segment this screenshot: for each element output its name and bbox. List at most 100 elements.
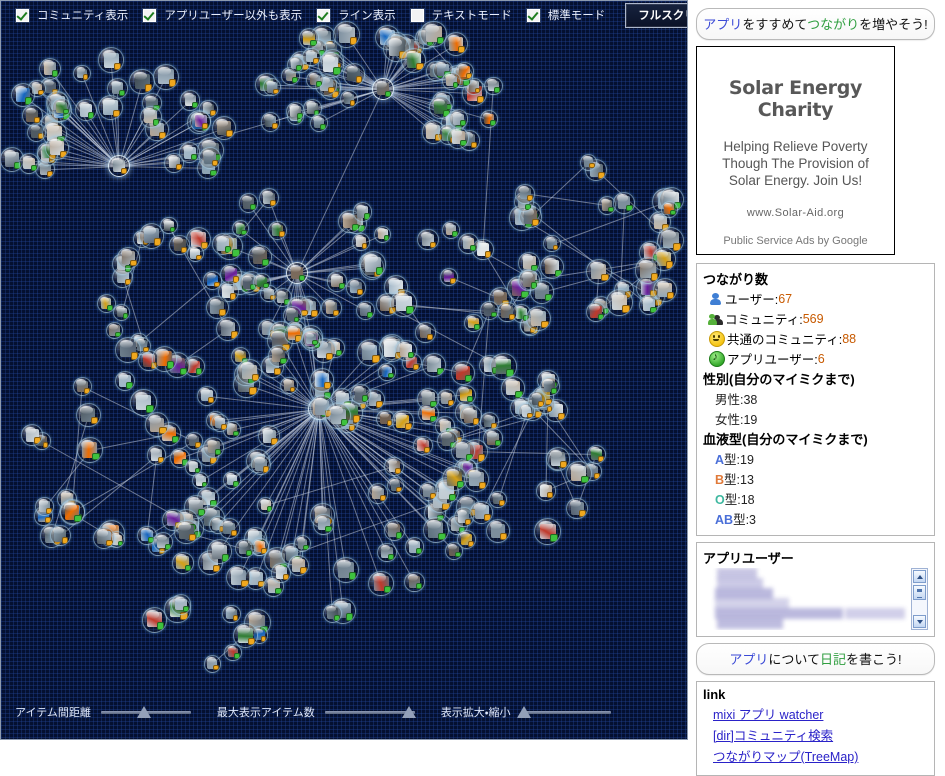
checkbox-icon[interactable] [410, 8, 425, 23]
graph-node[interactable] [199, 147, 221, 169]
graph-node[interactable] [268, 345, 290, 367]
graph-node[interactable] [653, 278, 677, 302]
graph-node[interactable] [142, 607, 167, 632]
slider-item-distance[interactable]: アイテム間距離 [15, 704, 191, 720]
graph-node[interactable] [377, 543, 397, 563]
graph-node[interactable] [60, 500, 85, 525]
graph-node[interactable] [343, 63, 365, 85]
graph-node[interactable] [442, 72, 460, 90]
graph-node[interactable] [203, 437, 224, 458]
graph-node[interactable] [423, 517, 449, 543]
slider-handle[interactable] [137, 706, 151, 718]
graph-node[interactable] [140, 106, 163, 129]
graph-node[interactable] [368, 483, 388, 503]
graph-node[interactable] [212, 116, 236, 140]
checkbox-standard-mode[interactable]: 標準モード [526, 7, 606, 23]
graph-node[interactable] [440, 268, 458, 286]
checkbox-text-mode[interactable]: テキストモード [410, 7, 512, 23]
graph-node[interactable] [661, 201, 678, 218]
graph-node[interactable] [356, 301, 375, 320]
graph-node[interactable] [357, 339, 383, 365]
graph-node[interactable] [52, 98, 71, 117]
checkbox-show-non-app-users[interactable]: アプリユーザー以外も表示 [142, 7, 302, 23]
graph-node[interactable] [580, 154, 597, 171]
graph-node[interactable] [153, 64, 179, 90]
graph-canvas[interactable] [1, 1, 687, 739]
graph-node[interactable] [248, 245, 272, 269]
graph-node[interactable] [261, 112, 281, 132]
graph-node[interactable] [323, 604, 342, 623]
graph-node[interactable] [543, 235, 560, 252]
graph-node[interactable] [566, 498, 588, 520]
graph-node[interactable] [197, 386, 217, 406]
graph-node[interactable] [187, 245, 204, 262]
graph-node[interactable] [115, 337, 141, 363]
graph-node[interactable] [346, 278, 366, 298]
graph-node[interactable] [106, 322, 124, 340]
graph-node[interactable] [566, 461, 591, 486]
graph-node[interactable] [360, 251, 387, 278]
graph-node[interactable] [190, 111, 211, 132]
graph-node[interactable] [258, 425, 280, 447]
graph-node[interactable] [405, 537, 424, 556]
graph-node[interactable] [268, 221, 287, 240]
graph-node[interactable] [75, 99, 97, 121]
slider-handle[interactable] [517, 706, 531, 718]
graph-node[interactable] [415, 322, 435, 342]
checkbox-icon[interactable] [142, 8, 157, 23]
graph-node[interactable] [586, 259, 612, 285]
graph-node[interactable] [117, 247, 139, 269]
graph-node[interactable] [401, 48, 426, 73]
slider-max-items[interactable]: 最大表示アイテム数 [217, 704, 415, 720]
graph-node[interactable] [253, 273, 271, 291]
app-user-list-scrollbar[interactable] [911, 568, 928, 630]
graph-hub-node[interactable] [286, 262, 308, 284]
graph-node[interactable] [458, 233, 478, 253]
graph-hub-node[interactable] [372, 78, 394, 100]
graph-node[interactable] [417, 388, 440, 411]
graph-node[interactable] [73, 65, 90, 82]
graph-node[interactable] [497, 302, 518, 323]
graph-node[interactable] [263, 78, 281, 96]
graph-node[interactable] [288, 555, 309, 576]
graph-node[interactable] [480, 301, 499, 320]
link-mixi-app-watcher[interactable]: mixi アプリ watcher [713, 704, 928, 723]
promote-app-button[interactable]: アプリをすすめてつながりを増やそう! [696, 8, 935, 40]
graph-node[interactable] [147, 445, 167, 465]
graph-node[interactable] [378, 363, 395, 380]
graph-node[interactable] [237, 359, 262, 384]
graph-node[interactable] [180, 90, 200, 110]
graph-node[interactable] [76, 403, 100, 427]
graph-node[interactable] [587, 445, 607, 465]
graph-node[interactable] [171, 594, 191, 614]
graph-node[interactable] [203, 271, 222, 290]
graph-node[interactable] [226, 565, 251, 590]
graph-node[interactable] [77, 437, 103, 463]
graph-node[interactable] [39, 58, 61, 80]
slider-track[interactable] [101, 705, 191, 719]
graph-node[interactable] [501, 376, 526, 401]
link-community-search[interactable]: [dir]コミュニティ検索 [713, 725, 928, 744]
graph-node[interactable] [216, 317, 240, 341]
graph-node[interactable] [271, 563, 291, 583]
graph-node[interactable] [302, 330, 319, 347]
graph-node[interactable] [211, 414, 229, 432]
graph-node[interactable] [464, 314, 483, 333]
graph-node[interactable] [233, 623, 258, 648]
graph-node[interactable] [518, 270, 539, 291]
graph-node[interactable] [73, 377, 92, 396]
graph-node[interactable] [429, 96, 452, 119]
graph-node[interactable] [299, 28, 319, 48]
graph-node[interactable] [98, 47, 124, 73]
graph-node[interactable] [449, 109, 468, 128]
graph-node[interactable] [540, 377, 560, 397]
checkbox-show-community[interactable]: コミュニティ表示 [15, 7, 128, 23]
graph-node[interactable] [350, 384, 370, 404]
graph-node[interactable] [387, 477, 404, 494]
graph-node[interactable] [98, 95, 124, 121]
graph-node[interactable] [457, 530, 476, 549]
checkbox-icon[interactable] [15, 8, 30, 23]
graph-hub-node[interactable] [108, 155, 130, 177]
graph-node[interactable] [613, 192, 635, 214]
graph-node[interactable] [212, 233, 234, 255]
